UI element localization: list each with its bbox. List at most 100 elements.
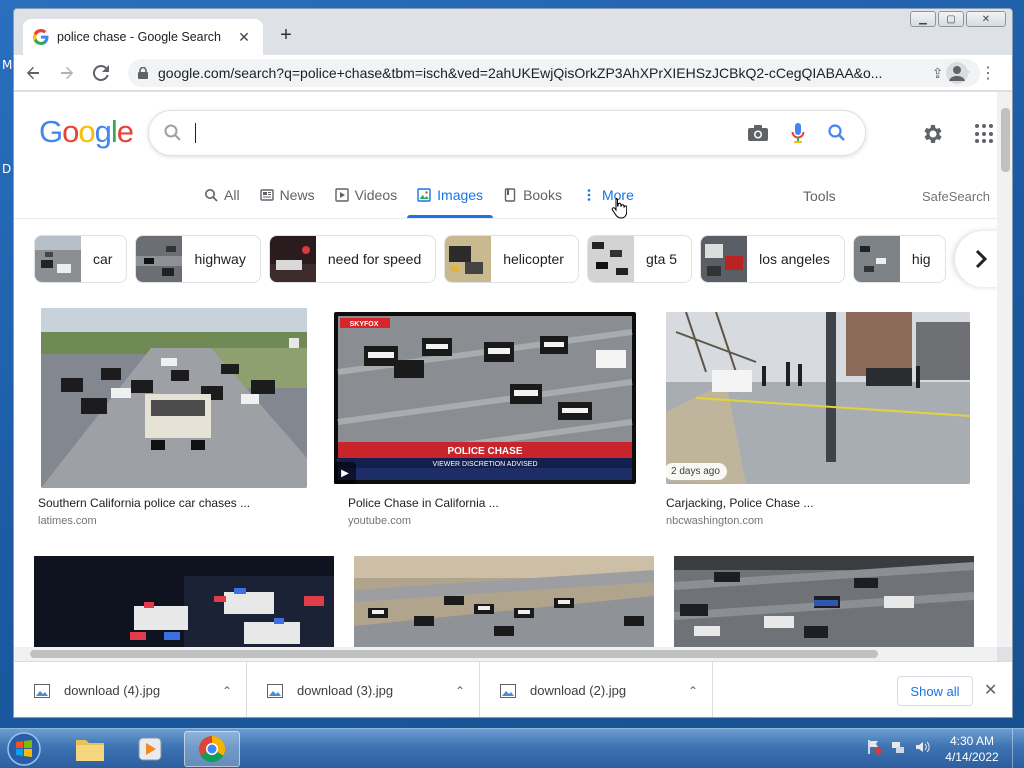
tools-button[interactable]: Tools <box>803 188 836 204</box>
safesearch-button[interactable]: SafeSearch <box>922 189 990 204</box>
video-overlay-subtitle: VIEWER DISCRETION ADVISED <box>432 461 537 468</box>
result-title[interactable]: Southern California police car chases ..… <box>38 496 250 510</box>
image-result[interactable]: Southern California police car chases ..… <box>38 308 308 527</box>
chrome-icon <box>199 735 226 763</box>
taskbar-clock[interactable]: 4:30 AM 4/14/2022 <box>940 733 1004 765</box>
search-input[interactable] <box>196 124 747 142</box>
logo-letter: g <box>94 114 112 149</box>
tab-more[interactable]: More <box>572 178 644 212</box>
play-icon: ▶ <box>334 462 356 484</box>
profile-avatar-icon[interactable] <box>946 62 968 84</box>
chip-partial[interactable]: hig <box>852 235 946 283</box>
taskbar-media-player[interactable] <box>122 731 178 767</box>
google-logo[interactable]: Google <box>39 114 134 150</box>
chip-thumbnail <box>269 236 316 282</box>
show-all-downloads-button[interactable]: Show all <box>897 676 973 706</box>
show-desktop-button[interactable] <box>1012 729 1024 768</box>
close-window-button[interactable]: ✕ <box>966 11 1006 27</box>
volume-icon[interactable] <box>914 739 930 755</box>
chevron-up-icon[interactable]: ⌃ <box>455 684 465 698</box>
forward-button[interactable] <box>52 58 82 88</box>
address-bar[interactable]: google.com/search?q=police+chase&tbm=isc… <box>128 59 980 87</box>
maximize-button[interactable]: ▢ <box>938 11 964 27</box>
tab-close-icon[interactable]: ✕ <box>235 29 253 46</box>
google-favicon-icon <box>33 29 49 45</box>
search-submit-icon[interactable] <box>827 123 847 143</box>
browser-tab[interactable]: police chase - Google Search ✕ <box>23 19 263 55</box>
desktop-icon-fragment: M <box>2 58 13 72</box>
tab-strip: police chase - Google Search ✕ + ▁ ▢ ✕ <box>14 9 1012 55</box>
vertical-scrollbar[interactable] <box>997 92 1012 647</box>
result-thumbnail <box>41 308 307 488</box>
share-icon[interactable]: ⇪ <box>932 65 944 82</box>
action-center-flag-icon[interactable] <box>866 739 882 755</box>
person-icon <box>949 66 965 81</box>
taskbar-file-explorer[interactable] <box>62 731 118 767</box>
result-title[interactable]: Police Chase in California ... <box>348 496 499 510</box>
download-item[interactable]: download (2).jpg ⌃ <box>480 661 713 717</box>
result-age-badge: 2 days ago <box>664 463 727 480</box>
system-tray <box>866 739 930 755</box>
url-text: google.com/search?q=police+chase&tbm=isc… <box>158 65 883 81</box>
clock-time: 4:30 AM <box>949 734 995 748</box>
reload-icon <box>93 64 109 81</box>
scrollbar-thumb[interactable] <box>1001 108 1010 172</box>
result-title[interactable]: Carjacking, Police Chase ... <box>666 496 813 510</box>
search-box[interactable] <box>148 110 866 156</box>
chevron-right-icon <box>975 249 988 269</box>
arrow-right-icon <box>61 66 74 79</box>
browser-menu-icon[interactable]: ⋮ <box>980 63 996 83</box>
download-item[interactable]: download (3).jpg ⌃ <box>247 661 480 717</box>
tab-title: police chase - Google Search <box>57 30 221 44</box>
video-overlay-title: POLICE CHASE <box>447 446 522 457</box>
result-source: youtube.com <box>348 515 411 527</box>
logo-letter: G <box>39 114 63 149</box>
reload-button[interactable] <box>86 58 116 88</box>
media-player-icon <box>138 737 162 761</box>
chip-gta-5[interactable]: gta 5 <box>586 235 693 283</box>
camera-icon[interactable] <box>747 124 769 142</box>
chip-thumbnail <box>136 236 183 282</box>
back-button[interactable] <box>18 58 48 88</box>
tab-news[interactable]: News <box>250 178 325 212</box>
desktop-icon-fragment: D <box>2 162 12 176</box>
tab-books[interactable]: Books <box>493 178 572 212</box>
chip-thumbnail <box>853 236 900 282</box>
header-divider <box>14 218 997 219</box>
download-item[interactable]: download (4).jpg ⌃ <box>14 661 247 717</box>
close-download-shelf-icon[interactable]: ✕ <box>984 680 997 700</box>
chips-scroll-right-button[interactable] <box>955 231 997 287</box>
tab-videos[interactable]: Videos <box>325 178 408 212</box>
tab-all[interactable]: All <box>194 178 250 212</box>
network-icon[interactable] <box>890 739 906 755</box>
page-content: Google All News Videos Images Books More… <box>14 92 997 647</box>
result-source: nbcwashington.com <box>666 515 764 527</box>
chip-helicopter[interactable]: helicopter <box>444 235 579 283</box>
google-apps-icon[interactable] <box>975 124 995 144</box>
chip-need-for-speed[interactable]: need for speed <box>268 235 437 283</box>
chevron-up-icon[interactable]: ⌃ <box>222 684 232 698</box>
folder-icon <box>76 740 104 761</box>
minimize-button[interactable]: ▁ <box>910 11 936 27</box>
video-icon <box>334 188 349 202</box>
more-vertical-icon <box>587 189 591 201</box>
image-icon <box>417 188 431 202</box>
hand-pointer-cursor-icon <box>611 198 627 219</box>
chevron-up-icon[interactable]: ⌃ <box>688 684 698 698</box>
chip-highway[interactable]: highway <box>135 235 261 283</box>
windows-start-icon[interactable] <box>4 731 44 767</box>
settings-gear-icon[interactable] <box>921 122 945 146</box>
horizontal-scrollbar[interactable] <box>14 647 997 661</box>
chip-los-angeles[interactable]: los angeles <box>700 235 845 283</box>
image-result[interactable]: POLICE CHASE VIEWER DISCRETION ADVISED S… <box>334 308 636 527</box>
browser-window: police chase - Google Search ✕ + ▁ ▢ ✕ g… <box>13 8 1013 718</box>
microphone-icon[interactable] <box>791 122 805 144</box>
tab-images[interactable]: Images <box>407 178 493 218</box>
new-tab-button[interactable]: + <box>276 25 296 45</box>
scrollbar-thumb[interactable] <box>30 650 878 658</box>
image-result[interactable]: 2 days ago Carjacking, Police Chase ... … <box>664 308 970 527</box>
result-source: latimes.com <box>38 515 97 527</box>
search-nav-tabs: All News Videos Images Books More <box>194 178 644 218</box>
chip-car[interactable]: car <box>34 235 128 283</box>
taskbar-chrome[interactable] <box>184 731 240 767</box>
